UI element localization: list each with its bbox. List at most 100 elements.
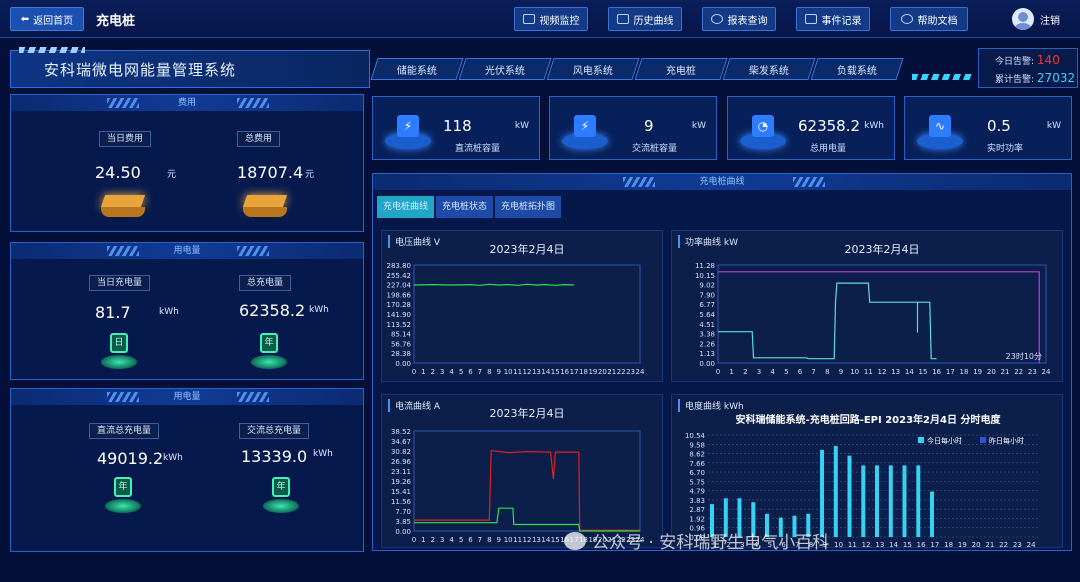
y-tick-label: 0.00 [395, 360, 411, 368]
decor-stripes [912, 74, 972, 80]
nav-video-label: 视频监控 [539, 15, 580, 27]
today-fee-label: 当日费用 [99, 131, 152, 147]
decor-chevrons [107, 246, 139, 256]
x-tick-label: 20 [972, 541, 981, 549]
document-icon [804, 14, 817, 24]
x-tick-label: 11 [513, 368, 522, 376]
x-tick-label: 10 [850, 368, 859, 376]
tab-load[interactable]: 负载系统 [810, 58, 904, 80]
tab-label: 充电桩 [666, 65, 696, 77]
x-tick-label: 18 [960, 368, 969, 376]
panel-title: 用电量 [173, 392, 201, 402]
x-tick-label: 5 [459, 368, 463, 376]
watermark-text: 公众号 · 安科瑞野生电气小百科 [592, 533, 830, 553]
x-tick-label: 7 [811, 368, 815, 376]
x-tick-label: 15 [903, 541, 912, 549]
tab-storage[interactable]: 储能系统 [370, 58, 464, 80]
tab-charger[interactable]: 充电桩 [634, 58, 728, 80]
nav-video-button[interactable]: 视频监控 [514, 7, 588, 31]
alarm-today-row: 今日告警: 140 [995, 52, 1077, 70]
pulse-icon: ∿ [917, 113, 963, 153]
x-tick-label: 9 [497, 536, 501, 544]
calendar-char: 年 [272, 477, 290, 497]
tab-pv[interactable]: 光伏系统 [458, 58, 552, 80]
x-tick-label: 11 [848, 541, 857, 549]
coin-stack-icon [99, 191, 147, 221]
y-tick-label: 255.42 [387, 272, 412, 280]
x-tick-label: 21 [607, 368, 616, 376]
x-tick-label: 17 [930, 541, 939, 549]
chart-annotation: 23时10分 [1006, 351, 1042, 361]
x-tick-label: 12 [523, 536, 532, 544]
x-tick-label: 2 [743, 368, 747, 376]
panel-header: 用电量 [11, 389, 363, 405]
logout-label: 注销 [1040, 15, 1060, 27]
kpi-value: 62358.2 [798, 117, 861, 135]
x-tick-label: 23 [1028, 368, 1037, 376]
tab-label: 负载系统 [837, 65, 877, 77]
back-arrow-icon: ⬅ [20, 13, 30, 25]
kpi-label: 实时功率 [987, 144, 1024, 154]
y-tick-label: 113.52 [387, 321, 412, 329]
legend-swatch [980, 437, 986, 443]
nav-help-button[interactable]: 帮助文档 [890, 7, 968, 31]
y-tick-label: 30.82 [391, 448, 411, 456]
panel-title: 用电量 [173, 246, 201, 256]
today-fee-value: 24.50 [95, 163, 141, 182]
x-tick-label: 19 [588, 368, 597, 376]
back-home-button[interactable]: ⬅ 返回首页 [10, 7, 84, 31]
plot-frame [413, 264, 641, 364]
nav-history-button[interactable]: 历史曲线 [608, 7, 682, 31]
kpi-label: 总用电量 [810, 144, 847, 154]
decor-chevrons [793, 177, 825, 187]
y-tick-label: 15.41 [391, 488, 411, 496]
subtab-curves[interactable]: 充电桩曲线 [377, 196, 435, 218]
kpi-total-usage: ◔ 62358.2 kWh 总用电量 [727, 96, 895, 160]
x-tick-label: 0 [412, 368, 416, 376]
decor-chevrons [107, 98, 139, 108]
x-tick-label: 1 [729, 368, 733, 376]
kpi-label: 交流桩容量 [632, 144, 678, 154]
legend-label: 今日每小时 [927, 436, 962, 445]
tab-diesel[interactable]: 柴发系统 [722, 58, 816, 80]
decor-stripes [19, 47, 85, 53]
x-tick-label: 22 [617, 368, 626, 376]
x-tick-label: 23 [626, 368, 635, 376]
y-tick-label: 6.70 [689, 469, 705, 477]
x-tick-label: 4 [770, 368, 775, 376]
y-tick-label: 2.87 [689, 506, 705, 514]
y-tick-label: 56.76 [391, 340, 412, 348]
total-charge-unit: kWh [309, 305, 329, 315]
y-tick-label: 4.79 [689, 488, 705, 496]
total-fee-value: 18707.4 [237, 163, 304, 182]
power-chart-svg: 2023年2月4日 11.28 10.15 9.027.90 6.77 5.64 4.51 3… [695, 242, 1051, 376]
x-tick-label: 9 [497, 368, 501, 376]
y-tick-label: 34.67 [391, 438, 411, 446]
system-tabs: 储能系统 光伏系统 风电系统 充电桩 柴发系统 负载系统 [370, 58, 904, 80]
subtab-status[interactable]: 充电桩状态 [436, 196, 494, 218]
logout-button[interactable]: 注销 [1012, 8, 1060, 30]
chart-title: 安科瑞储能系统-充电桩回路-EPI 2023年2月4日 分时电度 [736, 413, 1002, 426]
top-bar: ⬅ 返回首页 充电桩 视频监控 历史曲线 报表查询 事件记录 帮助文档 注销 [0, 0, 1080, 38]
y-tick-label: 11.28 [695, 262, 715, 270]
plot-frame [717, 264, 1047, 364]
bar [861, 465, 866, 537]
chart-panel-title: 电压曲线 V [388, 235, 440, 248]
x-tick-label: 3 [440, 536, 444, 544]
nav-event-label: 事件记录 [821, 15, 862, 27]
x-tick-label: 13 [532, 536, 541, 544]
power-chart: 功率曲线 kW 2023年2月4日 11.28 10.15 9.02 7.90 6.77 5… [671, 230, 1063, 382]
meter-icon: ◔ [740, 113, 786, 153]
x-tick-label: 24 [1042, 368, 1051, 376]
nav-event-button[interactable]: 事件记录 [796, 7, 870, 31]
x-tick-label: 22 [1014, 368, 1023, 376]
subtab-topology[interactable]: 充电桩拓扑图 [495, 196, 562, 218]
x-tick-label: 10 [504, 368, 513, 376]
coin-stack-icon [241, 191, 289, 221]
nav-report-button[interactable]: 报表查询 [702, 7, 776, 31]
tab-wind[interactable]: 风电系统 [546, 58, 640, 80]
today-charge-value: 81.7 [95, 303, 131, 322]
x-tick-label: 23 [1013, 541, 1022, 549]
x-tick-label: 13 [891, 368, 900, 376]
chart-panel-title: 功率曲线 kW [678, 235, 738, 248]
